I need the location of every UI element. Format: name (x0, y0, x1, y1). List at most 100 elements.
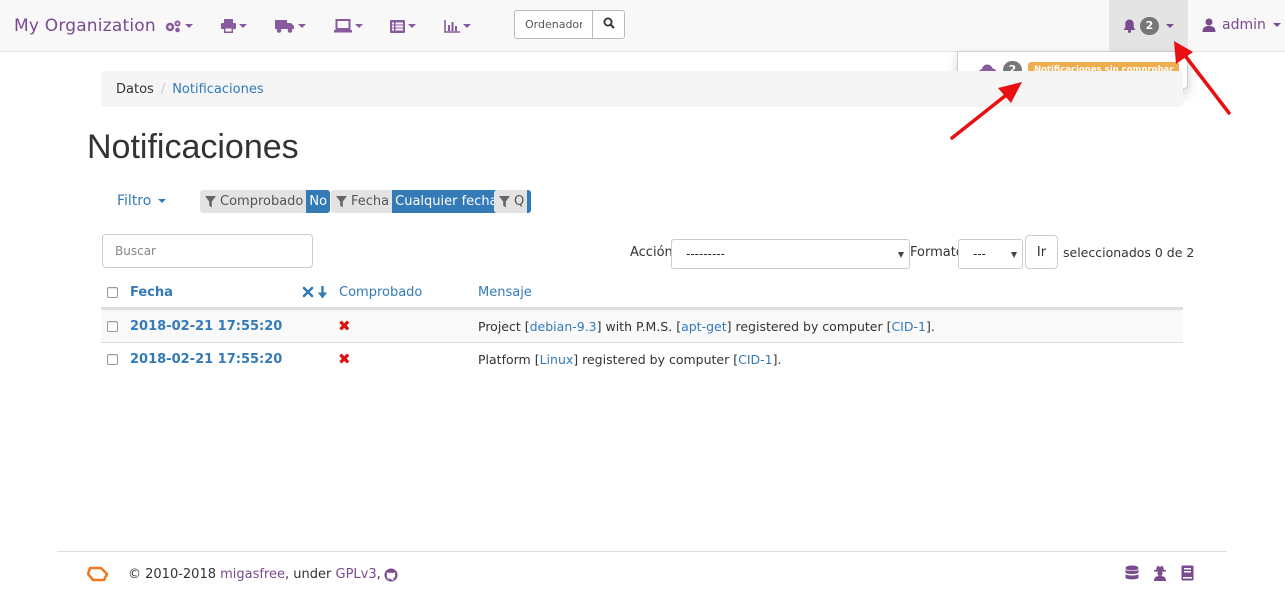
column-header-checked[interactable]: Comprobado (339, 277, 422, 307)
spy-icon[interactable] (1153, 565, 1167, 581)
chevron-down-icon (355, 24, 363, 28)
footer-comma: , (376, 567, 381, 582)
remove-sort-icon[interactable] (302, 286, 314, 298)
funnel-icon (336, 195, 347, 207)
funnel-icon (205, 195, 216, 207)
message-text: ] registered by computer [ (573, 351, 739, 367)
select-arrow-icon (1011, 252, 1017, 258)
table-header-row: Fecha Comprobado Mensaje (101, 277, 1183, 309)
notification-count-badge: 2 (1140, 17, 1159, 35)
filter-chip-comprobado[interactable]: Comprobado No (200, 190, 331, 213)
user-name: admin (1222, 17, 1266, 33)
data-menu[interactable] (390, 14, 416, 38)
gears-icon (164, 19, 182, 33)
computer-link[interactable]: CID-1 (891, 319, 926, 334)
devices-menu[interactable] (275, 14, 306, 38)
table-row: 2018-02-21 17:55:20 ✖ Platform [Linux] r… (101, 342, 1183, 375)
breadcrumb-datos[interactable]: Datos (116, 82, 154, 97)
table-row: 2018-02-21 17:55:20 ✖ Project [debian-9.… (101, 309, 1183, 342)
notifications-table: Fecha Comprobado Mensaje 2018-02-21 17:5… (101, 277, 1183, 375)
row-date-link[interactable]: 2018-02-21 17:55:20 (130, 352, 282, 367)
message-text: Platform [ (478, 351, 540, 367)
format-select[interactable]: --- (958, 239, 1023, 269)
truck-icon (275, 19, 295, 33)
printer-icon (221, 19, 236, 33)
breadcrumb-notificaciones[interactable]: Notificaciones (172, 82, 263, 97)
computer-link[interactable]: CID-1 (738, 352, 773, 367)
footer-links (1125, 565, 1194, 581)
license-link[interactable]: GPLv3 (336, 567, 377, 582)
select-all-checkbox[interactable] (107, 277, 118, 307)
message-text: ]. (772, 351, 782, 367)
format-select-value: --- (973, 247, 986, 261)
project-link[interactable]: migasfree (220, 567, 285, 582)
list-icon (390, 19, 405, 33)
chevron-down-icon (185, 24, 193, 28)
filter-chip-q[interactable]: Q (494, 190, 532, 213)
column-header-date[interactable]: Fecha (130, 277, 173, 307)
chart-icon (444, 19, 460, 33)
message-text: ]. (925, 318, 935, 334)
computers-menu[interactable] (334, 14, 363, 38)
chevron-down-icon (1272, 23, 1281, 27)
filter-chip-key-label: Comprobado (220, 194, 304, 209)
computer-search-input[interactable] (514, 10, 592, 39)
notifications-toggle[interactable]: 2 (1109, 0, 1188, 52)
column-header-checked-label: Comprobado (339, 284, 423, 300)
stats-menu[interactable] (444, 14, 471, 38)
migasfree-logo (86, 566, 109, 586)
selected-count: seleccionados 0 de 2 (1063, 245, 1195, 260)
filter-chip-value: No (306, 190, 331, 213)
chevron-down-icon (1166, 24, 1174, 28)
page-title: Notificaciones (87, 128, 299, 166)
printers-menu[interactable] (221, 14, 247, 38)
breadcrumb-separator: / (160, 81, 166, 97)
user-menu[interactable]: admin (1202, 17, 1281, 33)
row-checkbox[interactable] (107, 343, 118, 375)
bell-icon (1123, 19, 1136, 33)
column-header-date-label: Fecha (130, 284, 173, 300)
message-text: Project [ (478, 318, 530, 334)
filter-menu-label: Filtro (117, 193, 152, 209)
unchecked-x-icon: ✖ (338, 350, 351, 368)
format-label: Formato (910, 245, 964, 260)
platform-link[interactable]: Linux (540, 352, 574, 367)
unchecked-x-icon: ✖ (338, 317, 351, 335)
database-icon[interactable] (1125, 565, 1139, 581)
chevron-down-icon (463, 24, 471, 28)
action-select-value: --------- (686, 247, 725, 261)
filter-chip-key-label: Q (514, 194, 525, 209)
filter-chip-fecha[interactable]: Fecha Cualquier fecha (331, 190, 501, 213)
book-icon[interactable] (1181, 565, 1194, 581)
sort-descending-icon[interactable] (317, 285, 328, 299)
select-arrow-icon (898, 252, 904, 258)
filter-chip-key: Comprobado (200, 190, 307, 213)
chevron-down-icon (298, 24, 306, 28)
brand-link[interactable]: My Organization (14, 16, 156, 36)
column-header-message[interactable]: Mensaje (478, 277, 532, 307)
github-icon[interactable] (384, 568, 398, 582)
row-message: Project [debian-9.3] with P.M.S. [apt-ge… (478, 310, 935, 342)
computer-search-button[interactable] (592, 10, 625, 39)
sort-controls (302, 277, 328, 307)
action-select[interactable]: --------- (671, 239, 910, 269)
license-prefix: , under (285, 567, 336, 582)
filter-chip-key: Fecha (331, 190, 393, 213)
project-link[interactable]: debian-9.3 (530, 319, 597, 334)
table-search-input[interactable] (102, 234, 313, 268)
message-text: ] with P.M.S. [ (596, 318, 682, 334)
filter-chip-key: Q (494, 190, 528, 213)
pms-link[interactable]: apt-get (681, 319, 727, 334)
row-date-link[interactable]: 2018-02-21 17:55:20 (130, 319, 282, 334)
filter-chip-value (527, 190, 532, 213)
go-button[interactable]: Ir (1025, 235, 1058, 269)
row-message: Platform [Linux] registered by computer … (478, 343, 781, 375)
row-checkbox[interactable] (107, 310, 118, 342)
gears-menu[interactable] (164, 14, 193, 38)
computer-search (514, 10, 625, 39)
checkbox-box (107, 320, 118, 332)
filter-menu-button[interactable]: Filtro (117, 193, 167, 209)
chevron-down-icon (239, 24, 247, 28)
breadcrumb: Datos / Notificaciones (101, 71, 1183, 107)
copyright-text: © 2010-2018 (128, 567, 221, 582)
